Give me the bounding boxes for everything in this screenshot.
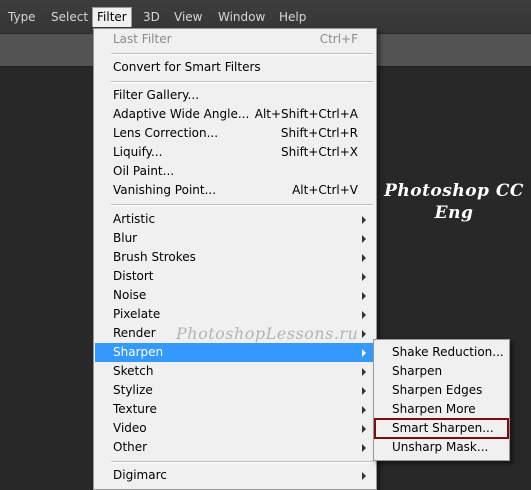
menu-item-label: Video: [113, 421, 147, 435]
submenu-arrow-icon: [362, 472, 366, 480]
menu-item-distort[interactable]: Distort: [95, 267, 375, 286]
menu-item-label: Unsharp Mask...: [392, 440, 489, 454]
menu-item-label: Sketch: [113, 364, 154, 378]
menu-item-other[interactable]: Other: [95, 438, 375, 457]
submenu-item-sharpen-edges[interactable]: Sharpen Edges: [375, 381, 508, 400]
menu-item-convert-smart-filters[interactable]: Convert for Smart Filters: [95, 58, 375, 77]
watermark-title-line2: Eng: [434, 203, 474, 223]
menu-item-label: Sharpen: [113, 345, 164, 359]
shortcut-label: Shift+Ctrl+X: [281, 145, 358, 159]
menu-help[interactable]: Help: [275, 8, 310, 27]
menu-item-liquify[interactable]: Liquify... Shift+Ctrl+X: [95, 143, 375, 162]
watermark-title: Photoshop CC Eng: [384, 180, 524, 224]
menu-item-label: Texture: [113, 402, 157, 416]
menu-item-filter-gallery[interactable]: Filter Gallery...: [95, 86, 375, 105]
submenu-arrow-icon: [362, 216, 366, 224]
shortcut-label: Alt+Ctrl+V: [292, 183, 358, 197]
menu-separator: [111, 204, 373, 206]
menu-item-vanishing-point[interactable]: Vanishing Point... Alt+Ctrl+V: [95, 181, 375, 200]
menu-item-sharpen[interactable]: Sharpen: [95, 343, 375, 362]
filter-menu: Last Filter Ctrl+F Convert for Smart Fil…: [93, 28, 377, 490]
menu-item-label: Liquify...: [113, 145, 163, 159]
menu-item-last-filter[interactable]: Last Filter Ctrl+F: [95, 30, 375, 49]
menu-item-label: Shake Reduction...: [392, 345, 504, 359]
shortcut-label: Alt+Shift+Ctrl+A: [254, 107, 358, 121]
menu-item-blur[interactable]: Blur: [95, 229, 375, 248]
menu-item-digimarc[interactable]: Digimarc: [95, 466, 375, 485]
menu-item-label: Oil Paint...: [113, 164, 175, 178]
menu-item-label: Sharpen: [392, 364, 443, 378]
menu-item-texture[interactable]: Texture: [95, 400, 375, 419]
submenu-arrow-icon: [362, 387, 366, 395]
menu-item-label: Render: [113, 326, 156, 340]
submenu-arrow-icon: [362, 235, 366, 243]
menu-item-label: Last Filter: [113, 32, 172, 46]
menu-filter[interactable]: Filter: [92, 7, 132, 27]
submenu-arrow-icon: [362, 406, 366, 414]
menu-item-adaptive-wide-angle[interactable]: Adaptive Wide Angle... Alt+Shift+Ctrl+A: [95, 105, 375, 124]
submenu-arrow-icon: [362, 311, 366, 319]
menu-item-label: Brush Strokes: [113, 250, 196, 264]
menu-item-noise[interactable]: Noise: [95, 286, 375, 305]
menu-item-label: Sharpen More: [392, 402, 476, 416]
menu-separator: [111, 53, 373, 55]
submenu-arrow-icon: [362, 254, 366, 262]
menu-3d[interactable]: 3D: [139, 8, 164, 27]
menu-item-video[interactable]: Video: [95, 419, 375, 438]
menu-separator: [111, 81, 373, 83]
submenu-item-sharpen[interactable]: Sharpen: [375, 362, 508, 381]
menu-item-brush-strokes[interactable]: Brush Strokes: [95, 248, 375, 267]
menu-item-label: Vanishing Point...: [113, 183, 217, 197]
menu-item-label: Blur: [113, 231, 138, 245]
shortcut-label: Shift+Ctrl+R: [280, 126, 358, 140]
menu-item-pixelate[interactable]: Pixelate: [95, 305, 375, 324]
menu-item-label: Adaptive Wide Angle...: [113, 107, 250, 121]
submenu-arrow-icon: [362, 330, 366, 338]
menu-item-label: Distort: [113, 269, 154, 283]
sharpen-submenu: Shake Reduction... Sharpen Sharpen Edges…: [373, 339, 510, 461]
menu-item-label: Digimarc: [113, 468, 167, 482]
menu-type[interactable]: Type: [4, 8, 40, 27]
menu-item-artistic[interactable]: Artistic: [95, 210, 375, 229]
menu-item-label: Stylize: [113, 383, 153, 397]
menu-item-label: Sharpen Edges: [392, 383, 483, 397]
menu-item-stylize[interactable]: Stylize: [95, 381, 375, 400]
menu-item-label: Artistic: [113, 212, 156, 226]
menu-item-label: Lens Correction...: [113, 126, 219, 140]
menu-item-label: Filter Gallery...: [113, 88, 200, 102]
menu-item-label: Noise: [113, 288, 147, 302]
menu-item-label: Smart Sharpen...: [392, 421, 494, 435]
shortcut-label: Ctrl+F: [319, 32, 358, 46]
menu-item-label: Pixelate: [113, 307, 161, 321]
menu-select[interactable]: Select: [47, 8, 92, 27]
menu-item-oil-paint[interactable]: Oil Paint...: [95, 162, 375, 181]
submenu-item-smart-sharpen[interactable]: Smart Sharpen...: [374, 418, 509, 439]
watermark-site: PhotoshopLessons.ru: [176, 324, 359, 343]
menu-window[interactable]: Window: [214, 8, 269, 27]
menu-item-label: Convert for Smart Filters: [113, 60, 261, 74]
submenu-arrow-icon: [362, 273, 366, 281]
menu-item-sketch[interactable]: Sketch: [95, 362, 375, 381]
submenu-arrow-icon: [362, 292, 366, 300]
submenu-arrow-icon: [362, 349, 366, 357]
menu-item-label: Other: [113, 440, 148, 454]
menu-separator: [111, 461, 373, 463]
watermark-title-line1: Photoshop CC: [384, 181, 524, 201]
submenu-item-sharpen-more[interactable]: Sharpen More: [375, 400, 508, 419]
submenu-item-shake-reduction[interactable]: Shake Reduction...: [375, 343, 508, 362]
submenu-item-unsharp-mask[interactable]: Unsharp Mask...: [375, 438, 508, 457]
menu-item-lens-correction[interactable]: Lens Correction... Shift+Ctrl+R: [95, 124, 375, 143]
menu-view[interactable]: View: [170, 8, 206, 27]
submenu-arrow-icon: [362, 444, 366, 452]
submenu-arrow-icon: [362, 368, 366, 376]
submenu-arrow-icon: [362, 425, 366, 433]
